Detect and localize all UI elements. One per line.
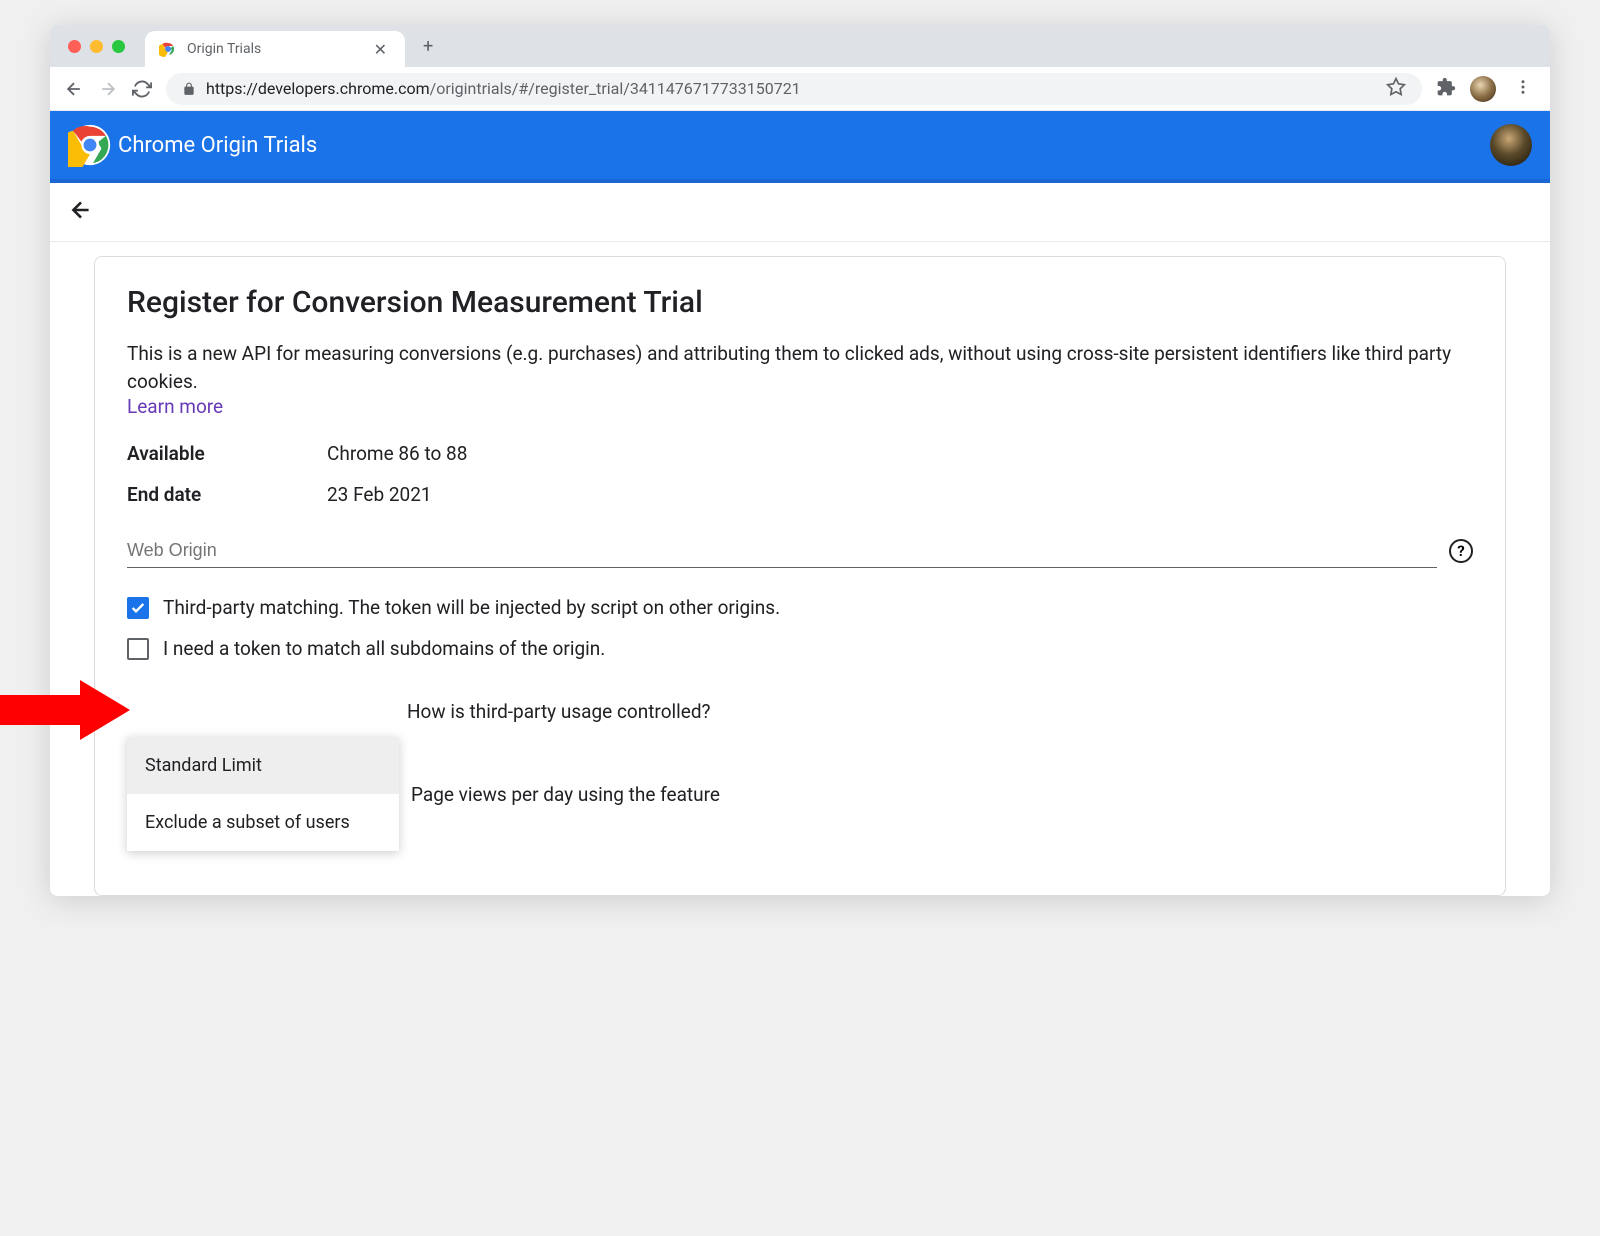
trial-info-table: Available Chrome 86 to 88 End date 23 Fe… (127, 442, 1473, 506)
third-party-checkbox-row: Third-party matching. The token will be … (127, 596, 1473, 619)
chrome-favicon-icon (159, 40, 177, 58)
subdomains-label: I need a token to match all subdomains o… (163, 637, 605, 660)
browser-menu-icon[interactable] (1510, 74, 1536, 104)
annotation-arrow (0, 680, 130, 740)
available-value: Chrome 86 to 88 (327, 442, 467, 465)
reload-button[interactable] (132, 79, 152, 99)
extensions-icon[interactable] (1436, 77, 1456, 101)
usage-limit-dropdown[interactable]: Standard Limit Exclude a subset of users (127, 737, 399, 851)
usage-detail: Page views per day using the feature (411, 783, 720, 806)
lock-icon (182, 81, 196, 97)
end-date-label: End date (127, 483, 327, 506)
end-date-row: End date 23 Feb 2021 (127, 483, 1473, 506)
dropdown-option-standard[interactable]: Standard Limit (127, 737, 399, 794)
learn-more-link[interactable]: Learn more (127, 395, 223, 418)
window-controls (68, 40, 125, 53)
close-window-button[interactable] (68, 40, 81, 53)
browser-tab-bar: Origin Trials ✕ + (50, 25, 1550, 67)
bookmark-star-icon[interactable] (1386, 77, 1406, 101)
card-title: Register for Conversion Measurement Tria… (127, 285, 1473, 320)
url-path: /origintrials/#/register_trial/341147671… (430, 79, 801, 98)
third-party-label: Third-party matching. The token will be … (163, 596, 780, 619)
help-icon[interactable]: ? (1449, 539, 1473, 563)
app-header: Chrome Origin Trials (50, 111, 1550, 183)
available-label: Available (127, 442, 327, 465)
tab-close-icon[interactable]: ✕ (370, 38, 391, 61)
back-navigation-row (50, 183, 1550, 242)
web-origin-field-row: ? (127, 534, 1473, 568)
usage-question: How is third-party usage controlled? (407, 700, 1473, 723)
subdomains-checkbox[interactable] (127, 638, 149, 660)
browser-toolbar: https://developers.chrome.com/origintria… (50, 67, 1550, 111)
new-tab-button[interactable]: + (415, 32, 441, 61)
url-host: https://developers.chrome.com (206, 79, 430, 98)
card-description: This is a new API for measuring conversi… (127, 340, 1473, 395)
address-bar[interactable]: https://developers.chrome.com/origintria… (166, 73, 1422, 105)
chrome-logo-icon (68, 123, 112, 167)
browser-window: Origin Trials ✕ + https://developers.chr… (50, 25, 1550, 896)
web-origin-input[interactable] (127, 534, 1437, 568)
end-date-value: 23 Feb 2021 (327, 483, 432, 506)
app-title: Chrome Origin Trials (118, 133, 317, 158)
browser-profile-avatar[interactable] (1470, 76, 1496, 102)
dropdown-option-exclude[interactable]: Exclude a subset of users (127, 794, 399, 851)
subdomains-checkbox-row: I need a token to match all subdomains o… (127, 637, 1473, 660)
back-button[interactable] (64, 79, 84, 99)
usage-dropdown-row: Standard Limit Exclude a subset of users… (127, 737, 1473, 851)
page-content: Register for Conversion Measurement Tria… (50, 242, 1550, 896)
minimize-window-button[interactable] (90, 40, 103, 53)
browser-tab[interactable]: Origin Trials ✕ (145, 31, 405, 67)
forward-button[interactable] (98, 79, 118, 99)
user-avatar[interactable] (1490, 124, 1532, 166)
registration-card: Register for Conversion Measurement Tria… (94, 256, 1506, 896)
usage-section: How is third-party usage controlled? Sta… (127, 700, 1473, 851)
third-party-checkbox[interactable] (127, 597, 149, 619)
tab-title: Origin Trials (187, 41, 360, 57)
url-text: https://developers.chrome.com/origintria… (206, 79, 801, 98)
maximize-window-button[interactable] (112, 40, 125, 53)
available-row: Available Chrome 86 to 88 (127, 442, 1473, 465)
page-back-button[interactable] (68, 197, 94, 223)
